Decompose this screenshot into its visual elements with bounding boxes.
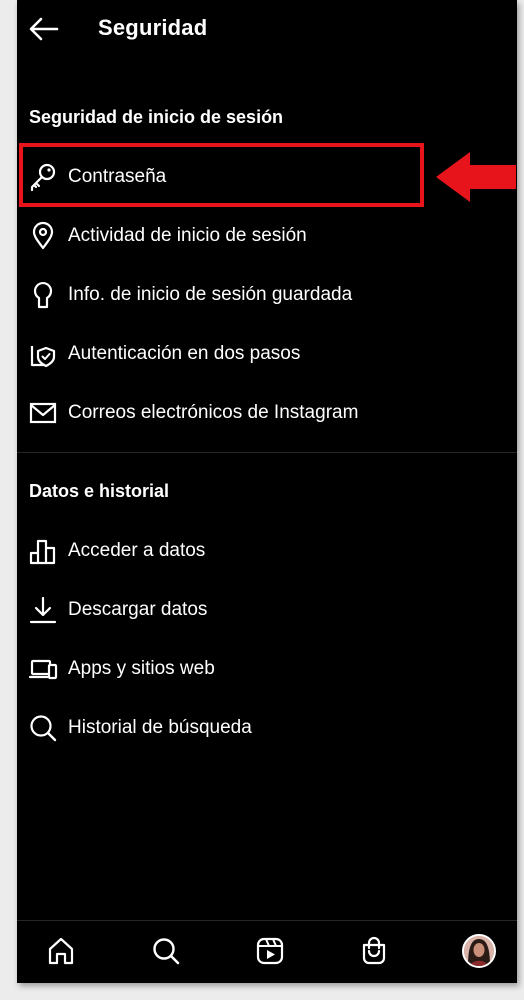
menu-item-two-factor[interactable]: Autenticación en dos pasos xyxy=(17,326,517,382)
highlight-box xyxy=(19,143,424,207)
search-icon xyxy=(153,938,180,965)
header: Seguridad xyxy=(17,0,517,60)
devices-icon xyxy=(28,654,58,684)
page-title: Seguridad xyxy=(98,15,208,40)
nav-shop[interactable] xyxy=(354,931,394,971)
nav-profile[interactable] xyxy=(459,931,499,971)
profile-avatar xyxy=(462,934,496,968)
shield-check-icon xyxy=(28,339,58,369)
menu-item-label: Actividad de inicio de sesión xyxy=(68,225,307,246)
keyhole-icon xyxy=(28,280,58,310)
phone-screen: Seguridad Seguridad de inicio de sesión … xyxy=(17,0,517,983)
bar-chart-icon xyxy=(28,536,58,566)
menu-item-instagram-emails[interactable]: Correos electrónicos de Instagram xyxy=(17,385,517,441)
shop-icon xyxy=(362,936,386,965)
menu-item-label: Apps y sitios web xyxy=(68,658,215,679)
home-icon xyxy=(48,937,74,965)
menu-item-label: Historial de búsqueda xyxy=(68,717,252,738)
search-icon xyxy=(28,713,58,743)
red-arrow-icon xyxy=(436,152,516,202)
location-pin-icon xyxy=(28,221,58,251)
menu-item-search-history[interactable]: Historial de búsqueda xyxy=(17,700,517,756)
menu-item-label: Info. de inicio de sesión guardada xyxy=(68,284,353,305)
envelope-icon xyxy=(28,398,58,428)
menu-item-saved-login-info[interactable]: Info. de inicio de sesión guardada xyxy=(17,267,517,323)
menu-item-apps-websites[interactable]: Apps y sitios web xyxy=(17,641,517,697)
download-icon xyxy=(28,595,58,625)
nav-search[interactable] xyxy=(146,931,186,971)
bottom-nav xyxy=(17,920,517,983)
menu-item-label: Autenticación en dos pasos xyxy=(68,343,301,364)
reels-icon xyxy=(256,937,284,965)
section-divider xyxy=(17,452,517,453)
menu-item-download-data[interactable]: Descargar datos xyxy=(17,582,517,638)
nav-home[interactable] xyxy=(41,931,81,971)
menu-item-login-activity[interactable]: Actividad de inicio de sesión xyxy=(17,208,517,264)
menu-item-label: Correos electrónicos de Instagram xyxy=(68,402,359,423)
menu-item-access-data[interactable]: Acceder a datos xyxy=(17,523,517,579)
menu-item-label: Acceder a datos xyxy=(68,540,206,561)
back-button[interactable] xyxy=(27,12,61,46)
section-title-data-history: Datos e historial xyxy=(29,481,170,501)
section-title-login-security: Seguridad de inicio de sesión xyxy=(29,107,284,127)
nav-reels[interactable] xyxy=(250,931,290,971)
menu-item-label: Descargar datos xyxy=(68,599,208,620)
arrow-left-icon xyxy=(29,17,59,41)
